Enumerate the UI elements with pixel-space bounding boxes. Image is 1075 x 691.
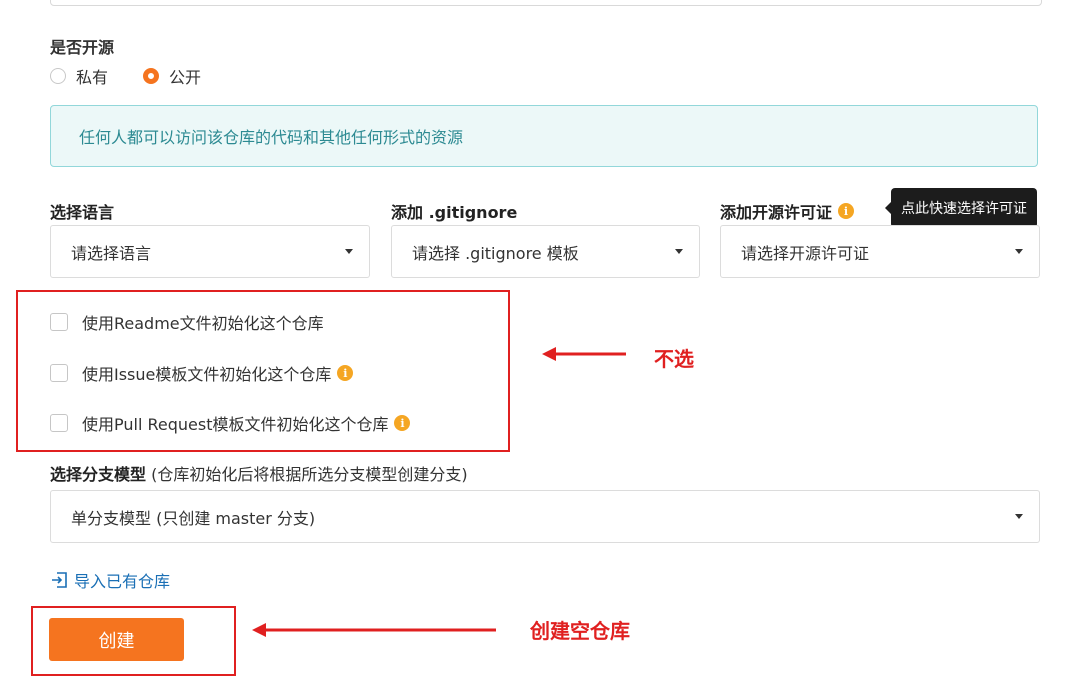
caret-down-icon bbox=[1015, 249, 1023, 254]
info-icon[interactable]: i bbox=[838, 203, 855, 219]
visibility-info-text: 任何人都可以访问该仓库的代码和其他任何形式的资源 bbox=[79, 128, 464, 147]
license-select-value: 请选择开源许可证 bbox=[741, 243, 870, 263]
caret-down-icon bbox=[345, 249, 353, 254]
gitignore-select[interactable]: 请选择 .gitignore 模板 bbox=[391, 225, 700, 278]
arrow-left-icon bbox=[252, 623, 496, 637]
gitignore-select-value: 请选择 .gitignore 模板 bbox=[412, 243, 579, 263]
visibility-info-box: 任何人都可以访问该仓库的代码和其他任何形式的资源 bbox=[50, 105, 1038, 167]
branch-model-select[interactable]: 单分支模型 (只创建 master 分支) bbox=[50, 490, 1040, 543]
radio-private-dot[interactable] bbox=[50, 68, 66, 84]
license-tooltip-text: 点此快速选择许可证 bbox=[901, 201, 1027, 217]
annotation-no-select: 不选 bbox=[654, 347, 694, 371]
branch-model-value: 单分支模型 (只创建 master 分支) bbox=[71, 508, 316, 528]
language-label: 选择语言 bbox=[50, 203, 115, 222]
radio-private[interactable]: 私有 bbox=[50, 64, 108, 88]
annotation-checkbox-box bbox=[16, 290, 510, 452]
language-select-value: 请选择语言 bbox=[71, 243, 152, 263]
license-label-wrap: 添加开源许可证 i bbox=[720, 199, 855, 223]
open-source-radio-group: 私有 公开 bbox=[50, 63, 236, 89]
caret-down-icon bbox=[1015, 514, 1023, 519]
radio-public[interactable]: 公开 bbox=[143, 64, 201, 88]
repo-description-input[interactable] bbox=[50, 0, 1042, 6]
caret-down-icon bbox=[675, 249, 683, 254]
branch-model-label: 选择分支模型 (仓库初始化后将根据所选分支模型创建分支) bbox=[50, 461, 468, 485]
branch-model-hint: (仓库初始化后将根据所选分支模型创建分支) bbox=[151, 465, 468, 484]
license-label: 添加开源许可证 bbox=[720, 203, 833, 222]
arrow-left-icon bbox=[542, 347, 626, 361]
radio-private-label: 私有 bbox=[76, 68, 109, 87]
radio-public-dot[interactable] bbox=[143, 68, 160, 84]
import-icon bbox=[52, 572, 67, 588]
import-repo-label: 导入已有仓库 bbox=[74, 572, 171, 591]
annotation-create-box bbox=[31, 606, 236, 676]
radio-public-label: 公开 bbox=[169, 68, 202, 87]
import-repo-link[interactable]: 导入已有仓库 bbox=[50, 568, 170, 592]
language-select[interactable]: 请选择语言 bbox=[50, 225, 370, 278]
license-select[interactable]: 请选择开源许可证 bbox=[720, 225, 1040, 278]
annotation-create-empty: 创建空仓库 bbox=[530, 619, 630, 643]
open-source-title: 是否开源 bbox=[50, 38, 115, 57]
license-tooltip: 点此快速选择许可证 bbox=[885, 188, 1037, 228]
branch-model-title: 选择分支模型 bbox=[50, 465, 147, 484]
gitignore-label: 添加 .gitignore bbox=[391, 203, 518, 222]
